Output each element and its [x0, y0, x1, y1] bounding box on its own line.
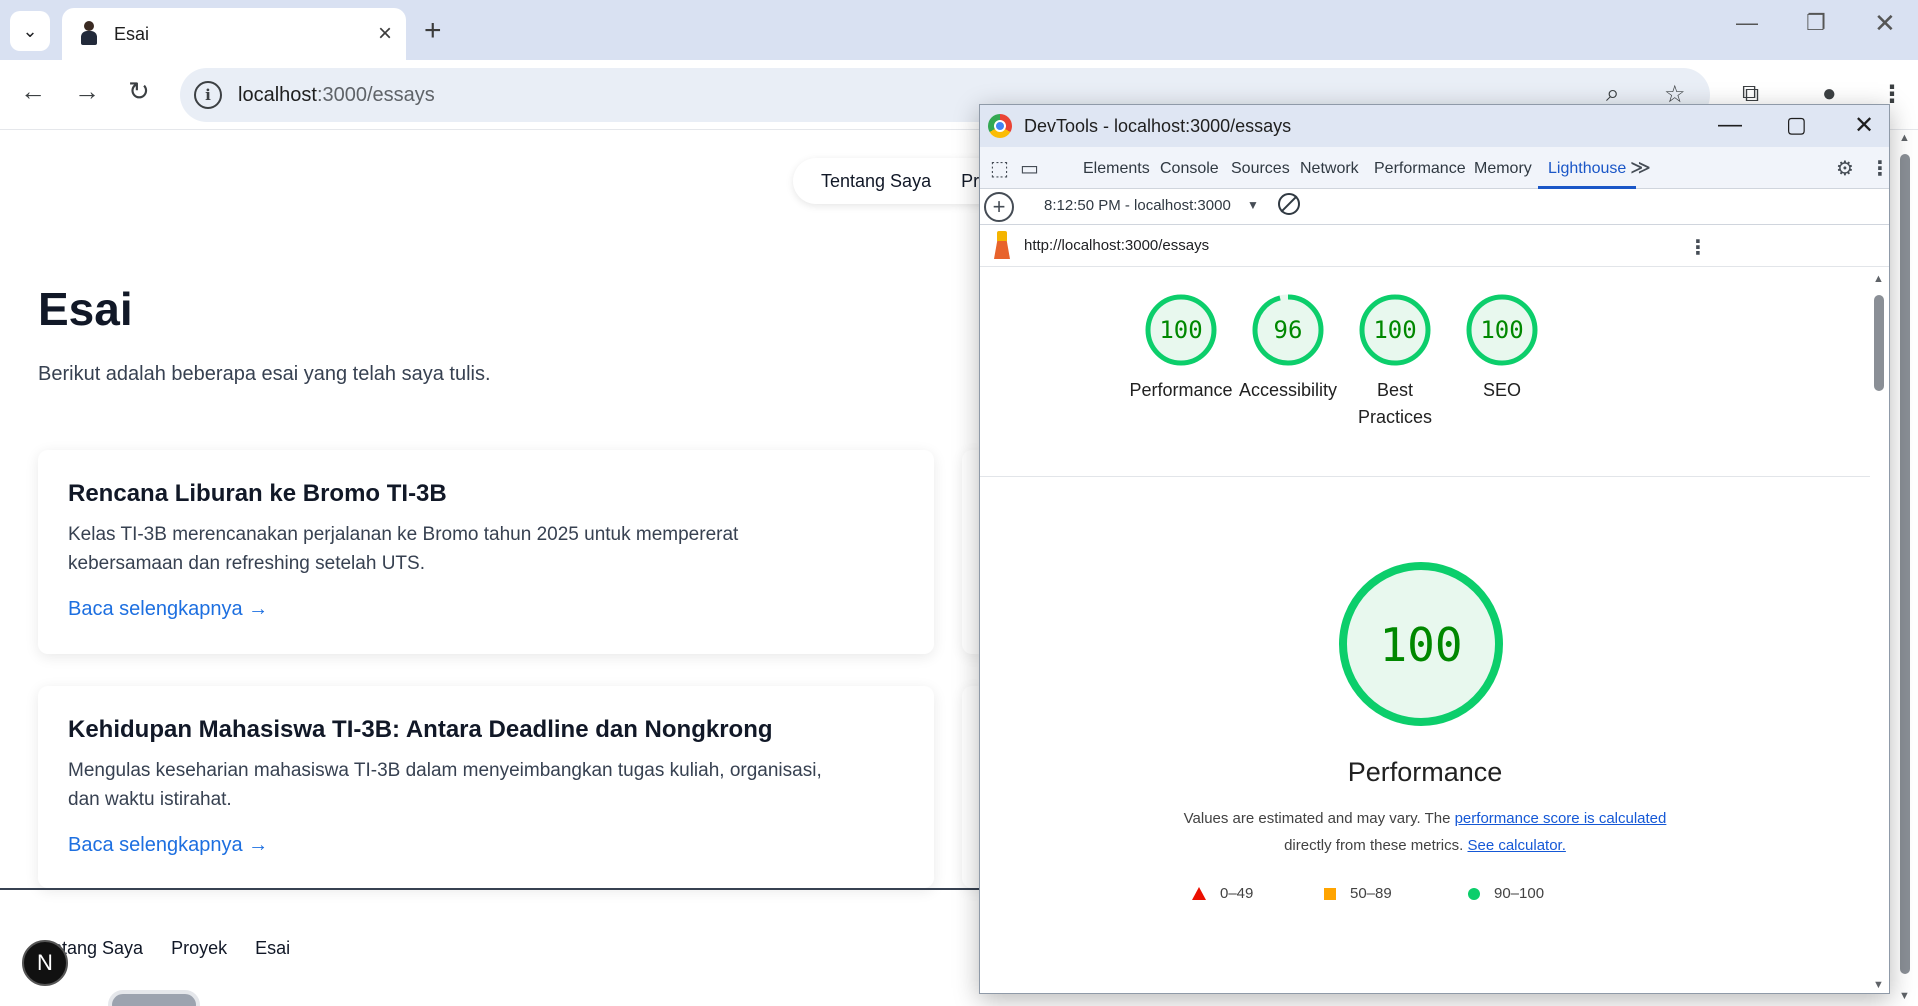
performance-note: Values are estimated and may vary. The p…: [1183, 810, 1667, 854]
more-tabs-chevron-icon[interactable]: ≫: [1630, 155, 1651, 180]
gauge-seo[interactable]: 100 SEO: [1447, 293, 1557, 404]
svg-text:100: 100: [1379, 618, 1462, 672]
gauge-label: Accessibility: [1238, 380, 1338, 400]
minimize-icon[interactable]: —: [1736, 10, 1758, 36]
clear-reports-icon[interactable]: [1278, 193, 1300, 215]
read-more-link[interactable]: Baca selengkapnya →: [68, 834, 268, 857]
page-scrollbar[interactable]: ▲ ▼: [1896, 132, 1914, 1006]
fail-triangle-icon: [1192, 887, 1206, 900]
page-title: Esai: [38, 283, 133, 335]
legend-fail: 0–49: [1192, 885, 1253, 902]
essay-card-excerpt: Mengulas keseharian mahasiswa TI-3B dala…: [68, 760, 822, 810]
reload-icon[interactable]: ↻: [128, 76, 150, 107]
svg-text:100: 100: [1480, 316, 1523, 344]
inspect-element-icon[interactable]: ⬚: [990, 156, 1009, 181]
tab-console[interactable]: Console: [1160, 160, 1219, 178]
gauge-label: Performance: [1129, 380, 1233, 400]
scroll-down-arrow-icon[interactable]: ▼: [1899, 990, 1910, 1002]
essay-card-title: Kehidupan Mahasiswa TI-3B: Antara Deadli…: [68, 716, 773, 743]
devtools-titlebar: DevTools - localhost:3000/essays — ▢ ✕: [980, 105, 1889, 147]
tab-network[interactable]: Network: [1300, 160, 1359, 178]
devtools-title: DevTools - localhost:3000/essays: [1024, 115, 1292, 136]
score-ring-large: 100: [1339, 562, 1503, 726]
nav-link-tentang-saya[interactable]: Tentang Saya: [821, 171, 931, 192]
gauge-accessibility[interactable]: 96 Accessibility: [1233, 293, 1343, 404]
footer-link-proyek[interactable]: Proyek: [171, 938, 227, 959]
close-window-icon[interactable]: ✕: [1874, 8, 1896, 39]
footer-divider: [0, 888, 980, 890]
tab-list-chevron-icon[interactable]: ⌄: [10, 11, 50, 51]
tab-favicon-avatar: [78, 21, 100, 47]
tab-lighthouse[interactable]: Lighthouse: [1548, 160, 1626, 178]
new-tab-plus-icon[interactable]: +: [424, 14, 442, 48]
average-square-icon: [1324, 887, 1336, 900]
gauge-performance[interactable]: 100 Performance: [1126, 293, 1236, 404]
footer-nav: ntang Saya Proyek Esai: [52, 938, 290, 959]
page-scrollbar-thumb[interactable]: [1900, 154, 1910, 974]
svg-text:100: 100: [1159, 316, 1202, 344]
footer-link-esai[interactable]: Esai: [255, 938, 290, 959]
scroll-up-arrow-icon[interactable]: ▲: [1873, 273, 1884, 285]
minimize-icon[interactable]: —: [1718, 111, 1742, 139]
devtools-scrollbar-thumb[interactable]: [1874, 295, 1884, 391]
tab-strip: ⌄ Esai × + — ❐ ✕: [0, 0, 1918, 60]
score-ring: 100: [1145, 294, 1217, 366]
close-window-icon[interactable]: ✕: [1854, 111, 1874, 140]
chrome-logo-icon: [988, 114, 1012, 138]
forward-arrow-icon[interactable]: →: [74, 76, 100, 107]
devtools-window: DevTools - localhost:3000/essays — ▢ ✕ ⬚…: [979, 104, 1890, 994]
scroll-down-arrow-icon[interactable]: ▼: [1873, 979, 1884, 991]
device-toolbar-icon[interactable]: ▭: [1020, 156, 1039, 181]
site-info-icon[interactable]: i: [194, 81, 222, 109]
gauge-label: Best Practices: [1357, 380, 1433, 427]
svg-text:96: 96: [1274, 316, 1303, 344]
performance-main-gauge: 100: [1336, 559, 1506, 734]
new-report-plus-icon[interactable]: +: [984, 192, 1014, 222]
devtools-scrollbar[interactable]: ▲ ▼: [1870, 267, 1888, 993]
browser-tab[interactable]: Esai ×: [62, 8, 406, 60]
score-gauges: 100 Performance 96 Accessibility 100 Bes…: [980, 267, 1870, 477]
dev-indicator-pill[interactable]: [108, 990, 200, 1006]
essay-card-excerpt: Kelas TI-3B merencanakan perjalanan ke B…: [68, 524, 739, 574]
essay-card: Kehidupan Mahasiswa TI-3B: Antara Deadli…: [38, 686, 934, 888]
report-url-bar: http://localhost:3000/essays ⋮: [980, 225, 1889, 267]
read-more-link[interactable]: Baca selengkapnya →: [68, 598, 268, 621]
close-icon[interactable]: ×: [378, 20, 392, 48]
scroll-up-arrow-icon[interactable]: ▲: [1899, 132, 1910, 144]
essay-card-title: Rencana Liburan ke Bromo TI-3B: [68, 480, 447, 507]
score-ring: 100: [1359, 294, 1431, 366]
legend-pass: 90–100: [1468, 885, 1544, 902]
lighthouse-icon: [992, 231, 1012, 261]
svg-text:100: 100: [1373, 316, 1416, 344]
devtools-menu-kebab-icon[interactable]: ⋮: [1870, 156, 1889, 181]
address-url[interactable]: localhost:3000/essays: [238, 84, 435, 107]
nextjs-dev-badge[interactable]: N: [22, 940, 68, 986]
page-subtitle: Berikut adalah beberapa esai yang telah …: [38, 363, 491, 385]
report-select[interactable]: 8:12:50 PM - localhost:3000: [1044, 197, 1231, 214]
report-url: http://localhost:3000/essays: [1024, 237, 1210, 254]
score-ring: 96: [1252, 294, 1324, 366]
score-ring: 100: [1466, 294, 1538, 366]
lighthouse-report-bar: + 8:12:50 PM - localhost:3000 ▼: [980, 189, 1889, 225]
tab-elements[interactable]: Elements: [1083, 160, 1150, 178]
performance-section-title: Performance: [1347, 757, 1503, 787]
tab-performance[interactable]: Performance: [1374, 160, 1466, 178]
devtools-tab-bar: ⬚ ▭ Elements Console Sources Network Per…: [980, 147, 1889, 189]
tab-sources[interactable]: Sources: [1231, 160, 1290, 178]
pass-circle-icon: [1468, 887, 1480, 900]
report-menu-kebab-icon[interactable]: ⋮: [1688, 235, 1708, 260]
score-calculated-link[interactable]: performance score is calculated: [1455, 810, 1667, 827]
tab-memory[interactable]: Memory: [1474, 160, 1532, 178]
back-arrow-icon[interactable]: ←: [20, 76, 46, 107]
maximize-icon[interactable]: ▢: [1786, 112, 1807, 138]
gauge-best-practices[interactable]: 100 Best Practices: [1340, 293, 1450, 431]
essay-card: Rencana Liburan ke Bromo TI-3B Kelas TI-…: [38, 450, 934, 654]
tab-title: Esai: [114, 23, 150, 44]
legend-average: 50–89: [1324, 885, 1392, 902]
see-calculator-link[interactable]: See calculator.: [1467, 837, 1565, 854]
gauge-label: SEO: [1482, 380, 1521, 400]
chevron-down-icon[interactable]: ▼: [1247, 198, 1259, 212]
gear-icon[interactable]: ⚙: [1836, 156, 1854, 181]
restore-icon[interactable]: ❐: [1806, 10, 1826, 36]
